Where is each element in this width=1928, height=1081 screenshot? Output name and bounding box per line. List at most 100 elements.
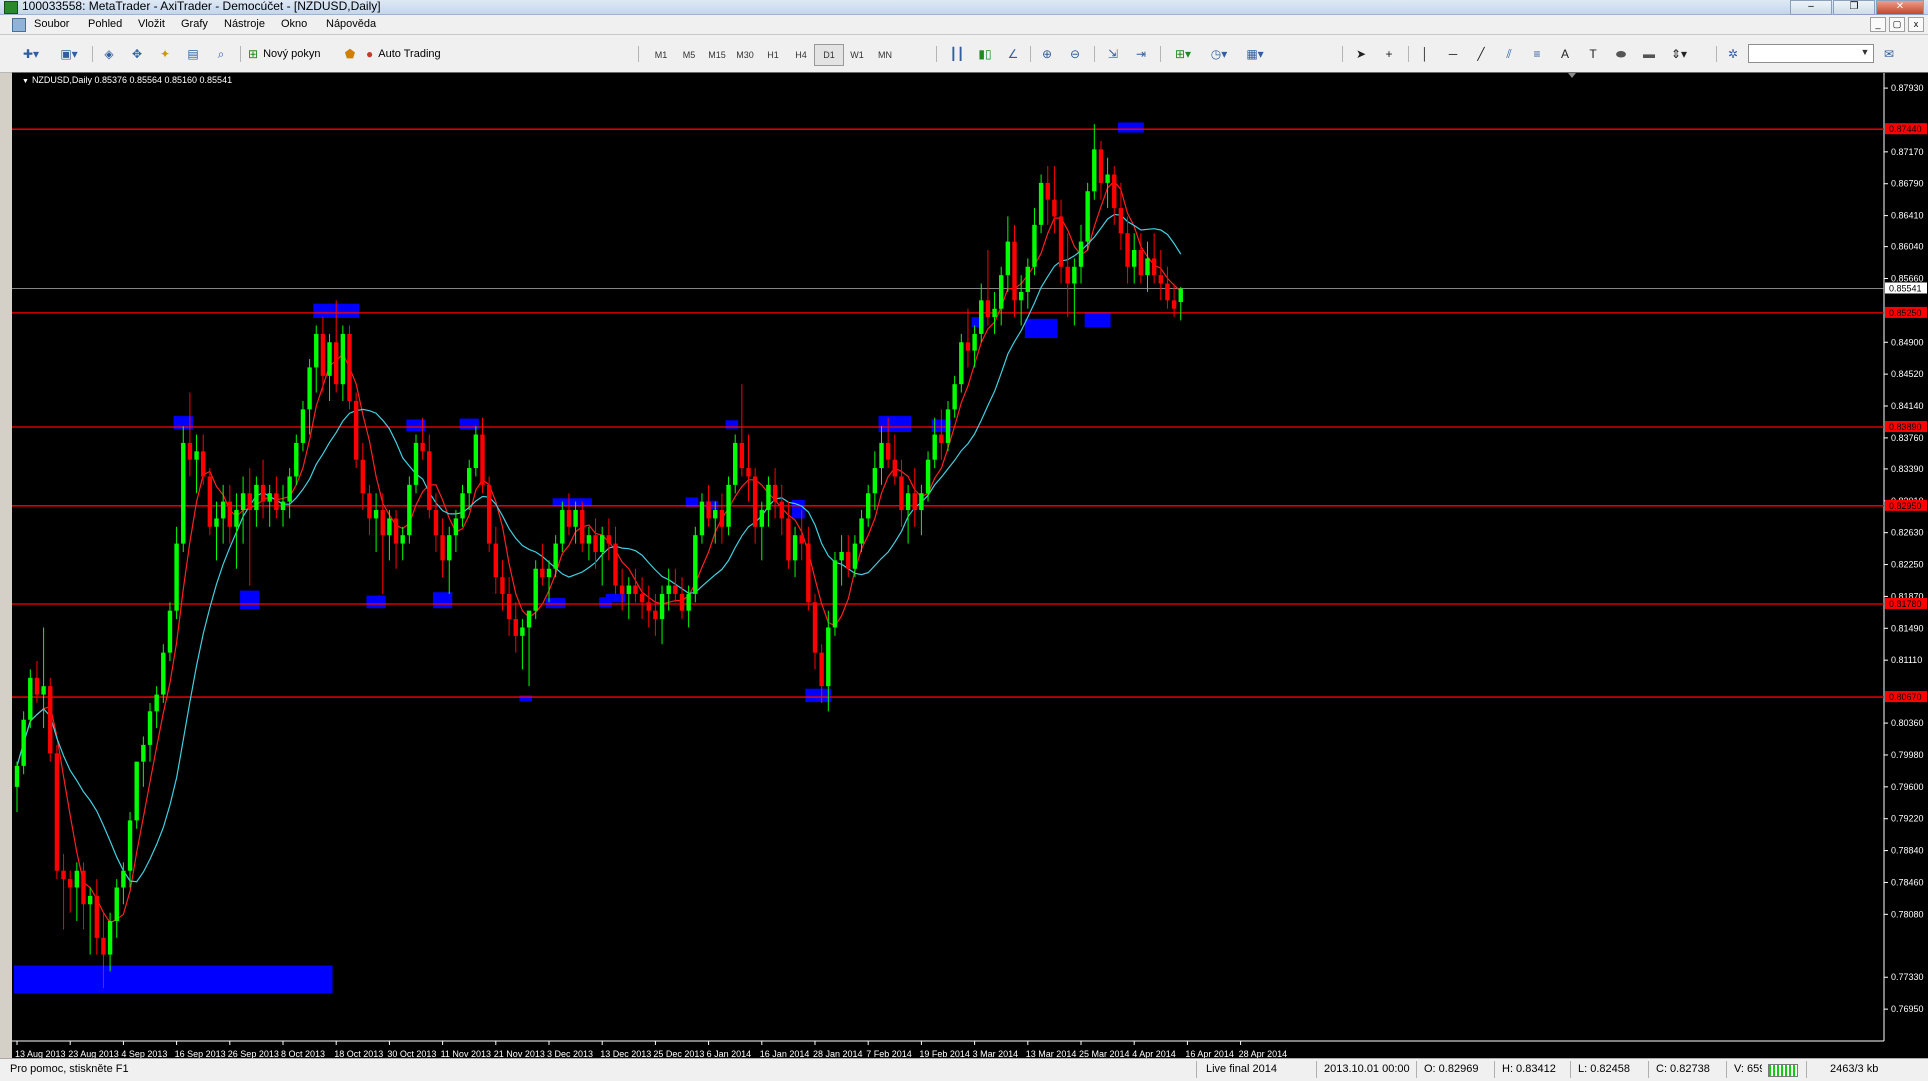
- timeframe-d1[interactable]: D1: [814, 44, 844, 66]
- candle-body: [573, 510, 578, 527]
- candle-body: [300, 409, 306, 443]
- level-price-tag-label: 0.83890: [1889, 422, 1922, 432]
- candle-body: [1052, 199, 1057, 217]
- timeframe-m15[interactable]: M15: [702, 44, 732, 66]
- auto-scroll-button[interactable]: ⇲: [1102, 44, 1124, 64]
- candle-body: [513, 619, 518, 636]
- strategy-tester-button[interactable]: ⌕: [210, 44, 232, 64]
- market-watch-button[interactable]: ◈: [98, 44, 120, 64]
- crosshair-tool-button[interactable]: +: [1378, 44, 1400, 64]
- profiles-button[interactable]: ▣▾: [54, 44, 84, 64]
- close-button[interactable]: ✕: [1876, 0, 1924, 15]
- ellipse-button[interactable]: ⬬: [1610, 44, 1632, 64]
- indicators-icon: ⊞▾: [1174, 47, 1192, 61]
- price-tick-label: 0.82250: [1891, 560, 1924, 570]
- timeframe-h4[interactable]: H4: [786, 44, 816, 66]
- status-profile[interactable]: Live final 2014: [1206, 1059, 1277, 1080]
- menu-view[interactable]: Pohled: [88, 15, 122, 34]
- favorites-button[interactable]: ✦: [154, 44, 176, 64]
- timeframe-h1[interactable]: H1: [758, 44, 788, 66]
- candlestick-button[interactable]: ▮▯: [974, 44, 996, 64]
- restore-button[interactable]: ❐: [1833, 0, 1875, 15]
- fibonacci-button[interactable]: ≡: [1526, 44, 1548, 64]
- candle-body: [407, 484, 412, 536]
- candle-body: [1138, 249, 1144, 276]
- mdi-minimize-button[interactable]: _: [1870, 17, 1886, 32]
- candle-body: [1171, 300, 1177, 309]
- price-tick-label: 0.78080: [1891, 909, 1924, 919]
- search-input[interactable]: [1748, 44, 1874, 63]
- status-open: O: 0.82969: [1424, 1063, 1479, 1075]
- periods-button[interactable]: ◷▾: [1204, 44, 1234, 64]
- slow-moving-average-line: [16, 213, 1182, 883]
- candle-body: [892, 459, 897, 477]
- timeframe-m5[interactable]: M5: [674, 44, 704, 66]
- chart-shift-button[interactable]: ⇥: [1130, 44, 1152, 64]
- trendline-button[interactable]: ╱: [1470, 44, 1492, 64]
- menu-insert[interactable]: Vložit: [138, 15, 165, 34]
- terminal-button[interactable]: ▤: [182, 44, 204, 64]
- candlestick-chart[interactable]: 0.87930 0.87170 0.86790 0.86410 0.86040 0.856…: [12, 73, 1928, 1069]
- templates-button[interactable]: ▦▾: [1240, 44, 1270, 64]
- chart-window[interactable]: 0.87930 0.87170 0.86790 0.86410 0.86040 0.856…: [12, 72, 1928, 1069]
- gear-icon: ✲: [1727, 47, 1739, 61]
- horizontal-line-icon: ─: [1448, 47, 1458, 61]
- navigator-button[interactable]: ✥: [126, 44, 148, 64]
- rectangle-button[interactable]: ▬: [1638, 44, 1660, 64]
- candle-body: [1118, 208, 1124, 234]
- price-tick-label: 0.85660: [1891, 274, 1924, 284]
- candle-body: [1165, 283, 1170, 301]
- status-datetime: 2013.10.01 00:00: [1324, 1063, 1410, 1075]
- text-label-icon: T: [1589, 47, 1597, 61]
- text-label-button[interactable]: T: [1582, 44, 1604, 64]
- indicators-button[interactable]: ⊞▾: [1168, 44, 1198, 64]
- candle-body: [1085, 191, 1090, 242]
- collapse-triangle-icon: ▼: [22, 78, 29, 85]
- bar-chart-button[interactable]: ┃┃: [946, 44, 968, 64]
- candle-body: [812, 602, 818, 653]
- settings-button[interactable]: ✲: [1722, 44, 1744, 64]
- mailbox-icon: ✉: [1883, 47, 1895, 61]
- support-resistance-zone: [792, 499, 805, 519]
- vertical-line-button[interactable]: │: [1414, 44, 1436, 64]
- timeframe-w1[interactable]: W1: [842, 44, 872, 66]
- toolbar: ✚▾ ▣▾ ◈ ✥ ✦ ▤ ⌕ ⊞ Nový pokyn ⬟ ● Auto Tr…: [0, 35, 1928, 73]
- menu-window[interactable]: Okno: [281, 15, 307, 34]
- auto-trading-button[interactable]: ● Auto Trading: [366, 44, 464, 64]
- mailbox-button[interactable]: ✉: [1878, 44, 1900, 64]
- text-tool-button[interactable]: A: [1554, 44, 1576, 64]
- level-price-tag-label: 0.87440: [1889, 124, 1922, 134]
- templates-icon: ▦▾: [1246, 47, 1264, 61]
- new-chart-button[interactable]: ✚▾: [16, 44, 46, 64]
- menu-tools[interactable]: Nástroje: [224, 15, 265, 34]
- candle-body: [965, 342, 971, 351]
- menu-help[interactable]: Nápověda: [326, 15, 376, 34]
- mdi-restore-button[interactable]: ▢: [1889, 17, 1905, 32]
- arrows-button[interactable]: ⇕▾: [1664, 44, 1694, 64]
- price-tick-label: 0.83390: [1891, 464, 1924, 474]
- menu-charts[interactable]: Grafy: [181, 15, 208, 34]
- channel-button[interactable]: ⫽: [1498, 44, 1520, 64]
- candle-body: [201, 451, 206, 477]
- line-chart-button[interactable]: ∠: [1002, 44, 1024, 64]
- candle-body: [334, 342, 339, 385]
- candle-body: [826, 627, 831, 687]
- horizontal-line-button[interactable]: ─: [1442, 44, 1464, 64]
- support-resistance-zone: [805, 688, 832, 703]
- timeframe-mn[interactable]: MN: [870, 44, 900, 66]
- zoom-out-icon: ⊖: [1069, 47, 1081, 61]
- search-dropdown-arrow[interactable]: ▼: [1858, 45, 1872, 60]
- timeframe-m30[interactable]: M30: [730, 44, 760, 66]
- zoom-out-button[interactable]: ⊖: [1064, 44, 1086, 64]
- document-icon[interactable]: [12, 18, 26, 32]
- window-titlebar: 100033558: MetaTrader - AxiTrader - Demo…: [0, 0, 1928, 15]
- menu-file[interactable]: Soubor: [34, 15, 69, 34]
- status-close: C: 0.82738: [1656, 1063, 1710, 1075]
- mdi-close-button[interactable]: x: [1908, 17, 1924, 32]
- timeframe-m1[interactable]: M1: [646, 44, 676, 66]
- experts-button[interactable]: ⬟: [340, 44, 360, 64]
- zoom-in-button[interactable]: ⊕: [1036, 44, 1058, 64]
- minimize-button[interactable]: –: [1790, 0, 1832, 15]
- new-order-button[interactable]: ⊞ Nový pokyn: [248, 44, 334, 64]
- cursor-button[interactable]: ➤: [1350, 44, 1372, 64]
